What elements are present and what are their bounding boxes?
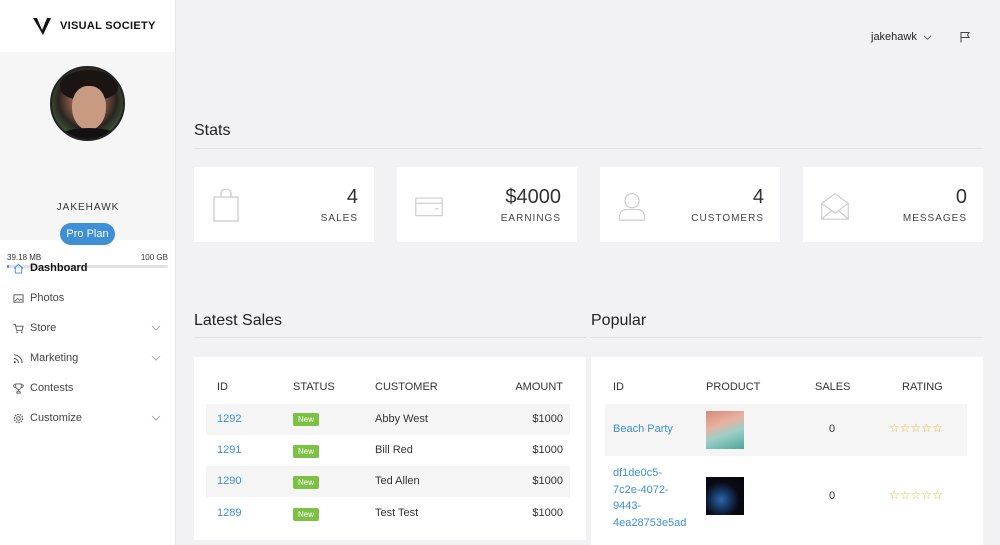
rating-stars: ☆☆☆☆☆ [889,421,943,435]
product-thumbnail[interactable] [706,411,744,449]
column-header-status[interactable]: STATUS [293,381,335,393]
sale-amount: $1000 [532,444,563,456]
product-sales: 0 [829,490,836,502]
avatar[interactable] [50,66,125,141]
user-menu-name: jakehawk [871,31,917,43]
sale-amount: $1000 [532,475,563,487]
sidebar-item-customize[interactable]: Customize [0,403,176,433]
stats-title: Stats [194,122,231,139]
product-id-link[interactable]: Beach Party [613,423,673,435]
column-header-id[interactable]: ID [217,381,228,393]
profile-username: JAKEHAWK [56,202,120,213]
sidebar-item-contests[interactable]: Contests [0,373,176,403]
sidebar-item-label: Dashboard [30,262,88,274]
stat-value: 0 [955,186,967,208]
sidebar-item-label: Contests [30,382,74,394]
logo-icon [33,18,51,35]
customer-name: Test Test [375,507,419,519]
latest-sales-divider [194,337,586,338]
popular-divider [591,337,983,338]
sidebar-item-photos[interactable]: Photos [0,283,176,313]
gear-icon [13,413,24,423]
sale-id-link[interactable]: 1290 [217,475,241,487]
rating-stars: ☆☆☆☆☆ [889,488,943,502]
status-badge: New [293,413,320,426]
column-header-product[interactable]: PRODUCT [706,381,760,393]
image-icon [13,293,24,303]
sale-id-link[interactable]: 1289 [217,507,241,519]
column-header-sales[interactable]: SALES [815,381,850,393]
stat-label: SALES [320,213,358,224]
stat-label: EARNINGS [500,213,561,224]
profile-panel: JAKEHAWK Pro Plan 39.18 MB 100 GB [0,52,175,268]
stat-card-earnings[interactable]: $4000 EARNINGS [397,167,577,242]
status-badge: New [293,445,320,458]
sidebar-item-label: Customize [30,412,82,424]
stat-card-customers[interactable]: 4 CUSTOMERS [600,167,780,242]
stat-label: MESSAGES [902,213,967,224]
popular-panel: ID PRODUCT SALES RATING Beach Party 0 ☆☆… [591,357,983,545]
customer-name: Bill Red [375,444,413,456]
stat-card-sales[interactable]: 4 SALES [194,167,374,242]
brand-name: VISUAL SOCIETY [60,20,156,32]
product-id-link[interactable]: df1de0c5- 7c2e-4072- 9443- 4ea28753e5ad [613,465,686,531]
sidebar-item-label: Photos [30,292,65,304]
wallet-icon [415,197,443,217]
sidebar-nav: Dashboard Photos Store Marketing Contest… [0,253,176,433]
column-header-amount[interactable]: AMOUNT [515,381,563,393]
product-thumbnail[interactable] [706,477,744,515]
user-menu[interactable]: jakehawk [871,31,932,43]
sidebar-item-label: Marketing [30,352,79,364]
sidebar-item-marketing[interactable]: Marketing [0,343,176,373]
popular-title: Popular [591,312,647,329]
sidebar-item-dashboard[interactable]: Dashboard [0,253,176,283]
latest-sales-panel: ID STATUS CUSTOMER AMOUNT 1292 New Abby … [194,357,586,540]
envelope-icon [821,192,849,220]
customer-name: Abby West [375,413,428,425]
column-header-rating[interactable]: RATING [902,381,943,393]
chevron-down-icon[interactable] [151,353,161,363]
chevron-down-icon[interactable] [151,413,161,423]
stats-divider [194,148,983,149]
customer-name: Ted Allen [375,475,420,487]
flag-icon[interactable] [959,31,971,43]
stat-value: 4 [346,186,358,208]
chevron-down-icon[interactable] [151,323,161,333]
brand[interactable]: VISUAL SOCIETY [0,0,175,52]
chevron-down-icon [923,34,932,40]
sidebar-item-store[interactable]: Store [0,313,176,343]
sale-id-link[interactable]: 1292 [217,413,241,425]
rss-icon [13,353,23,363]
shopping-bag-icon [213,189,239,222]
cart-icon [13,323,24,333]
trophy-icon [13,383,24,393]
sale-amount: $1000 [532,507,563,519]
stat-label: CUSTOMERS [691,213,764,224]
pro-plan-button[interactable]: Pro Plan [60,223,115,245]
sale-amount: $1000 [532,413,563,425]
user-icon [619,193,645,221]
sidebar: VISUAL SOCIETY JAKEHAWK Pro Plan 39.18 M… [0,0,176,545]
stat-value: 4 [752,186,764,208]
sale-id-link[interactable]: 1291 [217,444,241,456]
status-badge: New [293,476,320,489]
column-header-customer[interactable]: CUSTOMER [375,381,438,393]
column-header-id[interactable]: ID [613,381,624,393]
stat-card-messages[interactable]: 0 MESSAGES [803,167,983,242]
latest-sales-title: Latest Sales [194,312,283,329]
sidebar-item-label: Store [30,322,57,334]
product-sales: 0 [829,423,836,435]
stat-value: $4000 [505,186,561,208]
status-badge: New [293,508,320,521]
home-icon [13,263,24,274]
